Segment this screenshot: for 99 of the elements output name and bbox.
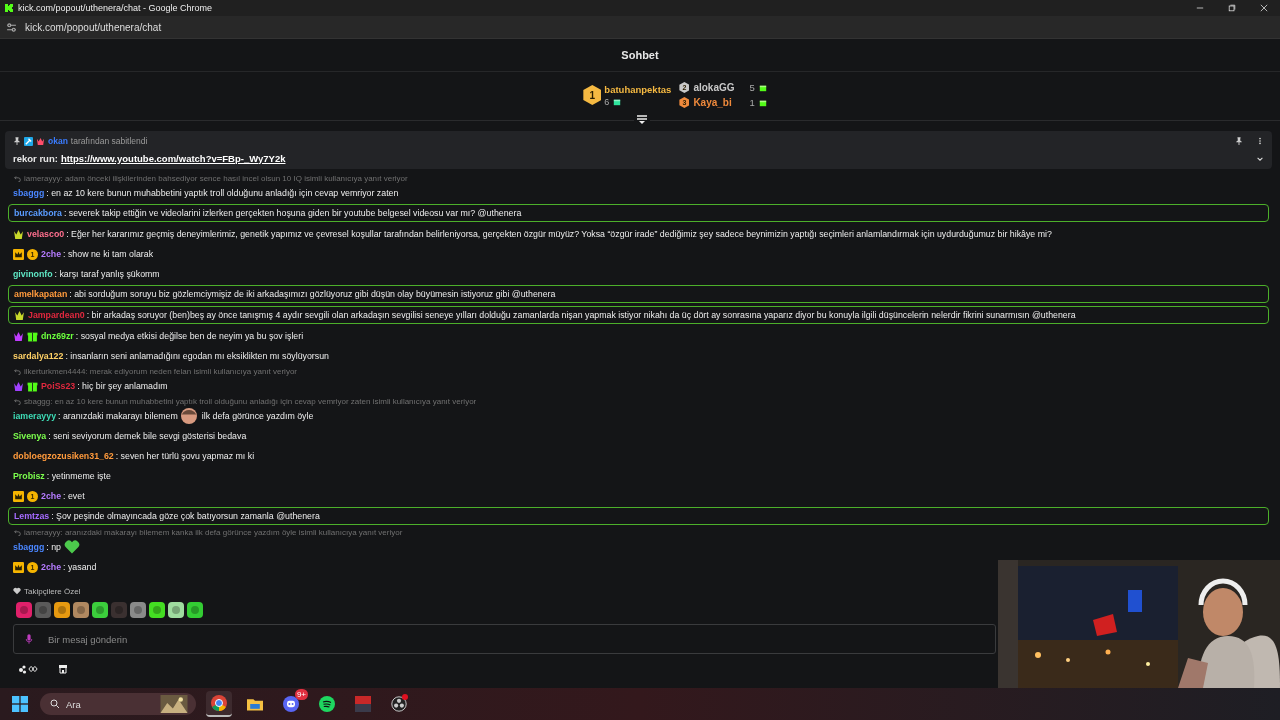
mixer-app-icon — [355, 696, 371, 712]
window-title: kick.com/popout/uthenera/chat - Google Chrome — [18, 3, 213, 13]
emote-icon[interactable] — [16, 602, 32, 618]
username[interactable]: dobloegzozusiken31_62 — [13, 451, 114, 461]
message-input[interactable]: Bir mesaj gönderin — [13, 624, 996, 654]
pinned-note: tarafından sabitlendi — [70, 136, 148, 146]
username[interactable]: dnz69zr — [41, 331, 74, 341]
message-text: : severek takip ettiğin ve videolarini izlerken gerçekten hoşuna giden bir youtube belgesel videosu var mı? @uthenera — [63, 208, 522, 218]
gifter-name: alokaGG — [693, 82, 736, 93]
address-bar[interactable]: kick.com/popout/uthenera/chat — [25, 21, 162, 33]
gift-count: 5 — [749, 82, 755, 93]
gift-icon — [613, 97, 622, 106]
emote-icon[interactable] — [73, 602, 89, 618]
filter-icon[interactable] — [634, 115, 650, 125]
username[interactable]: burcakbora — [14, 208, 62, 218]
notification-badge: 9+ — [294, 689, 308, 700]
section-label: Takipçilere Özel — [24, 586, 81, 596]
subscriber-badge-icon — [36, 136, 45, 146]
username[interactable]: Sivenya — [13, 431, 47, 441]
username[interactable]: Jampardean0 — [28, 310, 85, 320]
moderator-badge-icon — [24, 136, 33, 146]
start-icon[interactable] — [12, 696, 28, 712]
folder-icon — [247, 696, 263, 712]
taskbar-app[interactable] — [206, 691, 232, 717]
music-app-icon — [319, 696, 335, 712]
username[interactable]: 2che — [41, 491, 62, 501]
message-text: : seni seviyorum demek bile sevgi gösterisi bedava — [48, 431, 247, 441]
gift-count: 6 — [604, 96, 610, 107]
message-text: : Eğer her kararımız geçmiş deneyimlerimiz, genetik yapımız ve çevresel koşullar tarafından belirleniyorsa, gerçekten özgür müyüz? Yoksa “özgür irade” dediğimiz şey sadece beynimizin yaptığı seçimleri anlamlandırmak için uydurduğumuz bir hikâye mi? — [66, 229, 1052, 239]
pinned-link[interactable]: https://www.youtube.com/watch?v=FBp-_Wy7Y2k — [60, 153, 286, 164]
reply-context: iamerayyy: aranızdaki makarayı bilemem kanka ilk defa görünce yazdım öyle isimli kullanıcıya yanıt veriyor — [24, 527, 403, 537]
chat-title: Sohbet — [621, 49, 659, 61]
username[interactable]: sbaggg — [13, 542, 45, 552]
search-icon — [50, 699, 60, 709]
browser-icon — [211, 695, 227, 711]
username[interactable]: 2che — [41, 562, 62, 572]
emote-icon[interactable] — [54, 602, 70, 618]
heart-icon — [13, 587, 21, 595]
emote-icon — [180, 408, 197, 424]
username[interactable]: Probisz — [13, 471, 45, 481]
message-text: : hiç bir şey anlamadım — [77, 381, 168, 391]
message-text: ilk defa görünce yazdım öyle — [201, 411, 314, 421]
close-icon[interactable] — [1260, 4, 1268, 12]
points-icon[interactable] — [18, 664, 38, 674]
pin-icon — [13, 137, 21, 145]
gift-icon — [758, 98, 767, 107]
username[interactable]: sbaggg — [13, 188, 45, 198]
username[interactable]: 2che — [41, 249, 62, 259]
message-text: : en az 10 kere bunun muhabbetini yaptık troll olduğunu anladığı için cevap vemriyor zaten — [46, 188, 399, 198]
chat-app-icon — [283, 696, 299, 712]
emote-icon[interactable] — [168, 602, 184, 618]
emote-icon[interactable] — [130, 602, 146, 618]
gifter-name: batuhanpektas — [604, 83, 672, 95]
emote-icon[interactable] — [92, 602, 108, 618]
message-text: : aranızdaki makarayı bilemem — [58, 411, 178, 421]
notification-dot-icon — [402, 694, 408, 700]
gift-count: 1 — [749, 97, 755, 108]
username[interactable]: velasco0 — [27, 229, 65, 239]
emote-icon[interactable] — [149, 602, 165, 618]
message-text: : show ne ki tam olarak — [63, 249, 154, 259]
message-text: : yetinmeme işte — [46, 471, 111, 481]
pin-icon[interactable] — [1235, 137, 1243, 145]
username[interactable]: givinonfo — [13, 269, 53, 279]
username[interactable]: iamerayyy — [13, 411, 57, 421]
reply-context: iamerayyy: adam önceki ilişkilerinden bahsediyor sence hasıl incel olsun 10 IQ isimli kullanıcıya yanıt veriyor — [24, 173, 408, 183]
more-icon[interactable] — [1256, 137, 1264, 145]
reply-icon — [14, 528, 21, 536]
username[interactable]: PoiSs23 — [41, 381, 76, 391]
message-text: : bir arkadaş soruyor (ben)beş ay önce tanışmış 4 aydır sevgili olan arkadaşın sevgilisi seneye yılları dolduğu zamanlarda nişan yapmak istiyor nikahı da üç dört ay sonrasına yaparız diyor bu konuyla ilgili düşüncelerin nelerdir fikrini sunarmısın @uthenera — [86, 310, 1076, 320]
reply-context: ilkerturkmen4444: merak ediyorum neden felan isimli kullanıcıya yanıt veriyor — [24, 366, 297, 376]
reply-context: sbaggg: en az 10 kere bunun muhabbetini yaptık troll olduğunu anladığı için cevap vemriyor zaten isimli kullanıcıya yanıt veriyor — [24, 396, 477, 406]
message-text: : sosyal medya etkisi değilse ben de neyim ya bu şov işleri — [75, 331, 304, 341]
message-text: : evet — [63, 491, 85, 501]
reply-icon — [14, 367, 21, 375]
username[interactable]: Lemtzas — [14, 511, 50, 521]
rank-badge: 1 — [583, 85, 602, 105]
store-icon[interactable] — [58, 664, 68, 674]
site-settings-icon[interactable] — [6, 21, 17, 33]
message-text: : karşı taraf yanlış şükomm — [54, 269, 160, 279]
pinned-label: rekor run: — [13, 153, 58, 164]
message-text: : seven her türlü şovu yapmaz mı ki — [115, 451, 255, 461]
reply-icon — [14, 174, 21, 182]
message-text: : insanların seni anlamadığını egodan mı eksiklikten mı söylüyorsun — [65, 351, 329, 361]
microphone-icon[interactable] — [25, 633, 33, 645]
message-text: : abi sorduğum soruyu biz gözlemciymişiz de iki arkadaşımızı gözlüyoruz gibi düşün olay büyümesin istiyoruz gibi @uthenera — [69, 289, 556, 299]
gifter-name: Kaya_bi — [693, 97, 733, 108]
minimize-icon[interactable] — [1196, 4, 1204, 12]
emote-icon[interactable] — [187, 602, 203, 618]
message-text: : yasand — [63, 562, 97, 572]
pinned-by-user: okan — [48, 136, 68, 146]
username[interactable]: amelkapatan — [14, 289, 68, 299]
message-text: : np — [46, 542, 61, 552]
restore-icon[interactable] — [1228, 4, 1236, 12]
reply-icon — [14, 397, 21, 405]
heart-emote-icon — [63, 539, 80, 555]
username[interactable]: sardalya122 — [13, 351, 64, 361]
app-logo-icon — [4, 3, 14, 13]
message-text: : Şov peşinde olmayıncada göze çok batıyorsun zamanla @uthenera — [51, 511, 320, 521]
gift-icon — [758, 83, 767, 92]
